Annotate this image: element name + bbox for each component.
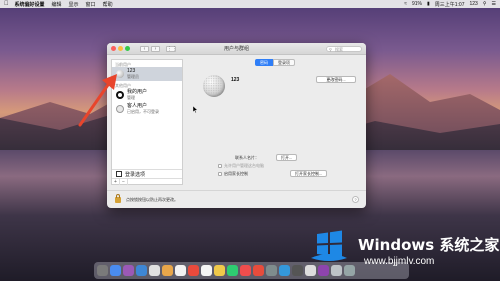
watermark-title: Windows 系统之家 bbox=[358, 236, 500, 254]
dock-app-icon[interactable] bbox=[214, 265, 225, 276]
dock-app-icon[interactable] bbox=[162, 265, 173, 276]
lock-hint-text: 点按锁按钮以防止再次更改。 bbox=[126, 196, 178, 202]
red-arrow-annotation bbox=[78, 74, 117, 127]
dock-app-icon[interactable] bbox=[136, 265, 147, 276]
parental-control-checkbox[interactable] bbox=[218, 172, 222, 176]
parental-control-row: 启用家长控制 bbox=[218, 171, 248, 177]
menu-window[interactable]: 窗口 bbox=[86, 1, 96, 8]
dock-app-icon[interactable] bbox=[97, 265, 108, 276]
apple-icon[interactable]:  bbox=[4, 1, 9, 7]
users-sidebar: 当前用户 123 管理员 其他用户 我的用户 管理 客人用户 已启用，不可登录 bbox=[111, 59, 183, 185]
help-button[interactable]: ? bbox=[352, 196, 359, 203]
user-full-name: 123 bbox=[231, 77, 240, 83]
menu-user[interactable]: 123 bbox=[470, 1, 478, 7]
allow-admin-row: 允许用户管理这台电脑 bbox=[218, 163, 264, 169]
allow-admin-checkbox[interactable] bbox=[218, 164, 222, 168]
back-button[interactable]: ‹ bbox=[140, 45, 149, 52]
dock-app-icon[interactable] bbox=[253, 265, 264, 276]
search-icon: ⚲ bbox=[329, 47, 332, 52]
login-options-label: 登录选项 bbox=[125, 171, 146, 178]
dock-app-icon[interactable] bbox=[123, 265, 134, 276]
preferences-window: ‹ › ⋮⋮ 用户与群组 ⚲ 搜索 当前用户 123 管理员 其他用户 我的用户… bbox=[107, 43, 366, 208]
watermark-url: www.bjjmlv.com bbox=[364, 256, 435, 267]
add-remove-bar: + − bbox=[112, 178, 182, 185]
tab-bar: 密码 登录项 bbox=[255, 59, 295, 66]
title-bar: ‹ › ⋮⋮ 用户与群组 ⚲ 搜索 bbox=[107, 43, 366, 55]
dock-app-icon[interactable] bbox=[201, 265, 212, 276]
menu-edit[interactable]: 编辑 bbox=[52, 1, 62, 8]
add-user-button[interactable]: + bbox=[112, 179, 120, 185]
dock-app-icon[interactable] bbox=[240, 265, 251, 276]
dock-app-icon[interactable] bbox=[279, 265, 290, 276]
allow-admin-label: 允许用户管理这台电脑 bbox=[224, 163, 264, 168]
login-options-item[interactable]: 登录选项 bbox=[112, 169, 182, 178]
change-password-button[interactable]: 更改密码... bbox=[316, 76, 356, 83]
guest-user-role: 已启用，不可登录 bbox=[127, 109, 159, 114]
dock-app-icon[interactable] bbox=[175, 265, 186, 276]
windows-logo-icon bbox=[311, 230, 347, 261]
forward-button[interactable]: › bbox=[151, 45, 160, 52]
other-users-section-label: 其他用户 bbox=[115, 83, 131, 88]
minimize-button[interactable] bbox=[118, 46, 123, 51]
house-icon bbox=[116, 171, 122, 177]
current-user-role: 管理员 bbox=[127, 74, 139, 79]
parental-control-label: 启用家长控制 bbox=[224, 171, 248, 176]
show-all-grid-icon[interactable]: ⋮⋮ bbox=[166, 45, 177, 52]
contact-card-label: 联系人名片： bbox=[235, 155, 259, 160]
clock[interactable]: 周三上午1:07 bbox=[435, 1, 465, 8]
tab-login-items[interactable]: 登录项 bbox=[273, 59, 295, 66]
menu-help[interactable]: 帮助 bbox=[103, 1, 113, 8]
menu-app-name[interactable]: 系统偏好设置 bbox=[15, 1, 45, 8]
sidebar-item-user-1[interactable]: 我的用户 管理 bbox=[112, 88, 182, 102]
user-picture[interactable] bbox=[203, 75, 225, 97]
lock-icon[interactable] bbox=[115, 193, 121, 203]
wifi-icon[interactable]: ≈ bbox=[404, 1, 407, 7]
dock-app-icon[interactable] bbox=[266, 265, 277, 276]
search-icon[interactable]: ⚲ bbox=[483, 1, 487, 7]
remove-user-button[interactable]: − bbox=[120, 179, 128, 185]
dock-app-icon[interactable] bbox=[149, 265, 160, 276]
list-icon[interactable]: ☰ bbox=[492, 1, 496, 7]
mouse-pointer-icon bbox=[193, 106, 198, 113]
user-1-role: 管理 bbox=[127, 95, 135, 100]
current-user-section-label: 当前用户 bbox=[115, 62, 131, 67]
watermark: Windows 系统之家 www.bjjmlv.com bbox=[300, 226, 500, 276]
dock-app-icon[interactable] bbox=[110, 265, 121, 276]
menu-view[interactable]: 显示 bbox=[69, 1, 79, 8]
open-parental-controls-button[interactable]: 打开家长控制... bbox=[290, 170, 328, 177]
zoom-button[interactable] bbox=[125, 46, 130, 51]
user-detail-pane: 密码 登录项 123 更改密码... 联系人名片： 打开... 允许用户管理这台… bbox=[187, 59, 362, 185]
dock-app-icon[interactable] bbox=[188, 265, 199, 276]
search-field[interactable]: ⚲ 搜索 bbox=[326, 46, 362, 52]
battery-percent[interactable]: 91% bbox=[412, 1, 422, 7]
sidebar-item-guest-user[interactable]: 客人用户 已启用，不可登录 bbox=[112, 102, 182, 116]
tab-password[interactable]: 密码 bbox=[255, 59, 273, 66]
sidebar-item-current-user[interactable]: 123 管理员 bbox=[112, 67, 182, 81]
menu-bar:  系统偏好设置 编辑 显示 窗口 帮助 ≈ 91% ▮ 周三上午1:07 12… bbox=[0, 0, 500, 8]
lock-bar: 点按锁按钮以防止再次更改。 ? bbox=[107, 190, 366, 208]
close-button[interactable] bbox=[111, 46, 116, 51]
battery-icon[interactable]: ▮ bbox=[427, 1, 430, 7]
dock-app-icon[interactable] bbox=[227, 265, 238, 276]
open-contact-button[interactable]: 打开... bbox=[276, 154, 298, 161]
search-placeholder: 搜索 bbox=[335, 47, 343, 52]
